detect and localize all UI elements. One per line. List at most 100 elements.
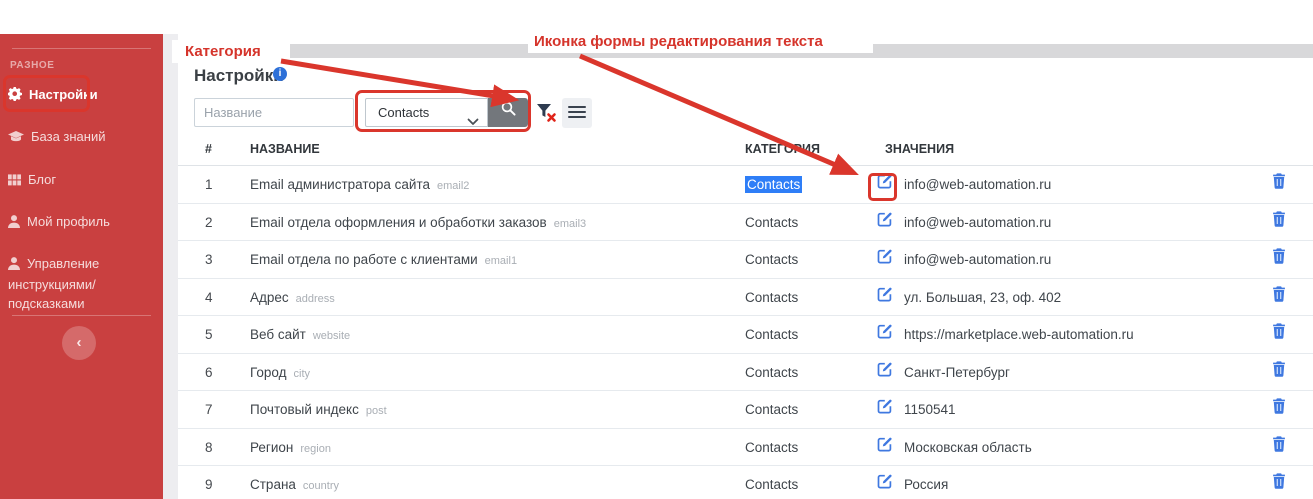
setting-title: Город: [250, 365, 287, 380]
edit-icon: [877, 290, 893, 305]
setting-value: Санкт-Петербург: [904, 354, 1010, 392]
setting-category: Contacts: [745, 316, 798, 354]
edit-value-button[interactable]: [877, 279, 893, 317]
row-number: 4: [205, 279, 213, 317]
category-value: Contacts: [745, 327, 798, 342]
sidebar-item-label: Блог: [28, 172, 56, 187]
category-value: Contacts: [745, 365, 798, 380]
setting-value: info@web-automation.ru: [904, 166, 1051, 204]
setting-title: Email администратора сайта: [250, 177, 430, 192]
setting-category: Contacts: [745, 429, 798, 467]
sidebar-item-label: Управление инструкциями/подсказками: [8, 256, 99, 311]
info-icon[interactable]: i: [273, 67, 287, 81]
edit-value-button[interactable]: [877, 166, 893, 204]
category-select-value: Contacts: [378, 105, 429, 120]
delete-button[interactable]: [1272, 391, 1286, 429]
search-icon: [500, 105, 517, 120]
sidebar-collapse-button[interactable]: ‹: [62, 326, 96, 360]
setting-title: Страна: [250, 477, 296, 492]
setting-name: Адрес address: [250, 279, 335, 319]
setting-name: Регионregion: [250, 429, 331, 469]
sidebar-item-user-4[interactable]: Управление инструкциями/подсказками: [0, 254, 163, 313]
setting-category: Contacts: [745, 166, 802, 204]
trash-icon: [1272, 290, 1286, 305]
search-button[interactable]: [488, 98, 528, 127]
row-number: 7: [205, 391, 213, 429]
setting-value: 1150541: [904, 391, 956, 429]
sidebar-item-grid-2[interactable]: Блог: [0, 170, 163, 191]
sidebar-item-user-3[interactable]: Мой профиль: [0, 212, 163, 233]
delete-button[interactable]: [1272, 354, 1286, 392]
user-icon: [8, 256, 20, 275]
chevron-left-icon: ‹: [77, 334, 82, 351]
setting-value: https://marketplace.web-automation.ru: [904, 316, 1134, 354]
app-root: РАЗНОЕ Настройки База знаний Блог Мой профи…: [0, 0, 1313, 499]
category-value: Contacts: [745, 215, 798, 230]
category-value: Contacts: [745, 290, 798, 305]
setting-value: ул. Большая, 23, оф. 402: [904, 279, 1061, 317]
category-value: Contacts: [745, 252, 798, 267]
menu-button[interactable]: [562, 98, 592, 128]
sidebar-section-label: РАЗНОЕ: [10, 60, 55, 71]
table-body: 1Email администратора сайтаemail2Contact…: [178, 166, 1313, 499]
setting-code: city: [294, 368, 311, 380]
setting-title: Адрес: [250, 290, 289, 305]
setting-name: Веб сайт website: [250, 316, 350, 356]
setting-name: Почтовый индексpost: [250, 391, 387, 431]
setting-name: Город city: [250, 354, 310, 394]
setting-name: Страна country: [250, 466, 339, 499]
delete-button[interactable]: [1272, 429, 1286, 467]
category-value: Contacts: [745, 440, 798, 455]
name-filter-input[interactable]: [194, 98, 354, 127]
delete-button[interactable]: [1272, 204, 1286, 242]
setting-code: email1: [485, 255, 517, 267]
delete-button[interactable]: [1272, 166, 1286, 204]
setting-code: country: [303, 480, 339, 492]
edit-icon: [877, 177, 893, 192]
setting-category: Contacts: [745, 204, 798, 242]
row-number: 9: [205, 466, 213, 499]
trash-icon: [1272, 477, 1286, 492]
delete-button[interactable]: [1272, 466, 1286, 499]
trash-icon: [1272, 215, 1286, 230]
sidebar: РАЗНОЕ Настройки База знаний Блог Мой профи…: [0, 34, 163, 499]
column-header-category: КАТЕГОРИЯ: [745, 142, 820, 156]
edit-icon: [877, 215, 893, 230]
row-number: 1: [205, 166, 213, 204]
edit-value-button[interactable]: [877, 466, 893, 499]
setting-category: Contacts: [745, 391, 798, 429]
trash-icon: [1272, 402, 1286, 417]
sidebar-item-gear-0[interactable]: Настройки: [0, 85, 163, 106]
delete-button[interactable]: [1272, 279, 1286, 317]
table-row: 2Email отдела оформления и обработки зак…: [178, 204, 1313, 242]
edit-icon: [877, 327, 893, 342]
edit-value-button[interactable]: [877, 429, 893, 467]
top-gray-strip: [178, 44, 1313, 58]
category-select[interactable]: Contacts: [365, 98, 488, 127]
setting-value: Россия: [904, 466, 948, 499]
setting-name: Email отдела оформления и обработки зака…: [250, 204, 586, 244]
chevron-down-icon: [467, 108, 479, 135]
edit-value-button[interactable]: [877, 241, 893, 279]
edit-icon: [877, 402, 893, 417]
edit-value-button[interactable]: [877, 391, 893, 429]
setting-code: website: [313, 330, 350, 342]
sidebar-item-graduation-cap-1[interactable]: База знаний: [0, 127, 163, 148]
row-number: 8: [205, 429, 213, 467]
delete-button[interactable]: [1272, 241, 1286, 279]
setting-title: Регион: [250, 440, 293, 455]
setting-code: post: [366, 405, 387, 417]
edit-value-button[interactable]: [877, 354, 893, 392]
edit-value-button[interactable]: [877, 316, 893, 354]
delete-button[interactable]: [1272, 316, 1286, 354]
setting-name: Email отдела по работе с клиентамиemail1: [250, 241, 517, 281]
setting-code: address: [296, 293, 335, 305]
table-row: 5 Веб сайт website Contacts https://marketpl…: [178, 316, 1313, 354]
column-header-values: ЗНАЧЕНИЯ: [885, 142, 954, 156]
gear-icon: [8, 87, 22, 106]
setting-title: Веб сайт: [250, 327, 306, 342]
table-row: 6ГородcityContactsСанкт-Петербург: [178, 354, 1313, 392]
edit-value-button[interactable]: [877, 204, 893, 242]
clear-filter-button[interactable]: [535, 101, 559, 125]
row-number: 5: [205, 316, 213, 354]
